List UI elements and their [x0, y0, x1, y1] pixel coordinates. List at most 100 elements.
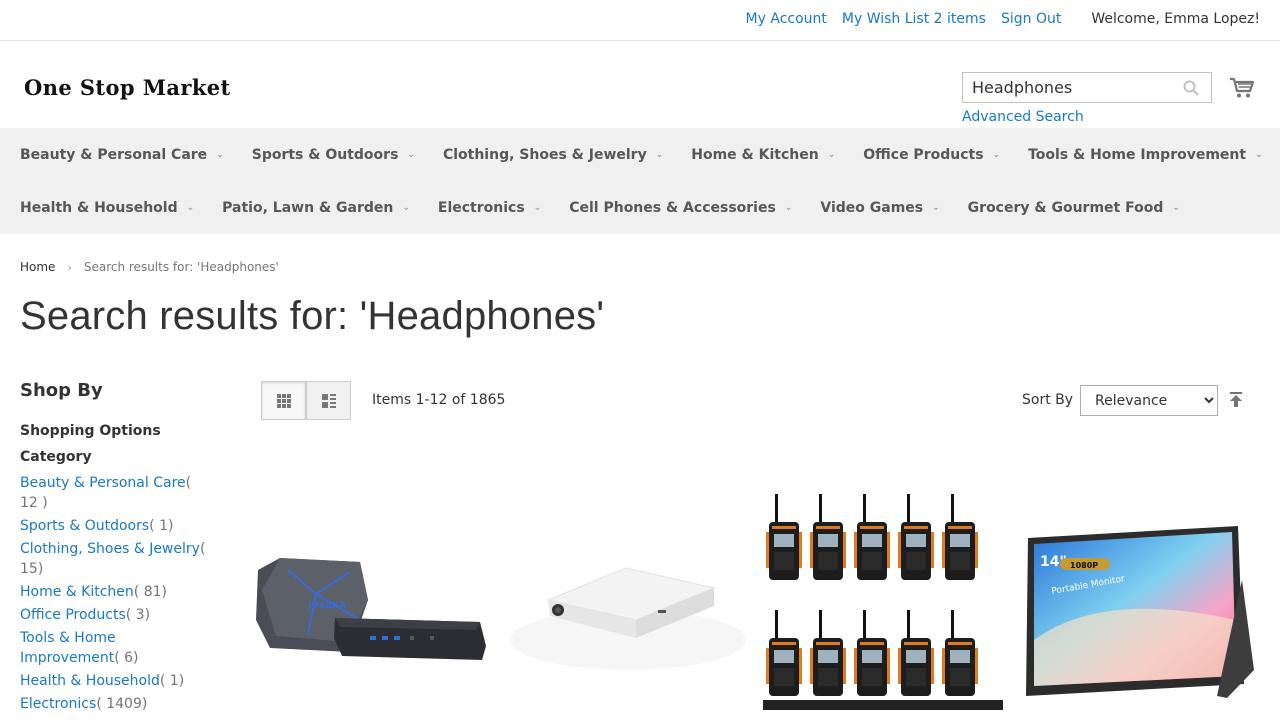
chevron-down-icon: ⌄ — [932, 202, 940, 213]
nav-label: Grocery & Gourmet Food — [967, 199, 1164, 216]
mini-pc-image: JUSAKA — [256, 558, 486, 660]
nav-item-video-games[interactable]: Video Games ⌄ — [820, 200, 939, 216]
view-mode-switcher — [261, 381, 351, 420]
projector-image — [510, 567, 746, 670]
header: One Stop Market Advanced Search — [0, 41, 1280, 128]
category-item: Tools & Home Improvement( 6) — [20, 628, 210, 668]
chevron-down-icon: ⌄ — [992, 149, 1001, 160]
page-title: Search results for: 'Headphones' — [20, 294, 605, 338]
search-icon[interactable] — [1183, 80, 1199, 96]
breadcrumb: Home › Search results for: 'Headphones' — [20, 260, 279, 274]
category-link[interactable]: Home & Kitchen — [20, 584, 134, 600]
wishlist-link[interactable]: My Wish List 2 items — [842, 11, 986, 27]
category-link[interactable]: Tools & Home Improvement — [20, 630, 116, 666]
list-view-button[interactable] — [306, 381, 351, 420]
nav-item-home-kitchen[interactable]: Home & Kitchen ⌄ — [691, 147, 835, 163]
chevron-down-icon: ⌄ — [216, 149, 224, 160]
category-link[interactable]: Clothing, Shoes & Jewelry — [20, 541, 200, 557]
nav-item-health[interactable]: Health & Household ⌄ — [20, 200, 194, 216]
svg-text:JUSAKA: JUSAKA — [307, 601, 346, 611]
category-item: Beauty & Personal Care( 12 ) — [20, 473, 210, 513]
shop-by-heading: Shop By — [20, 380, 103, 401]
walkie-talkie-set-image — [763, 494, 1003, 710]
cart-icon[interactable] — [1230, 77, 1254, 99]
nav-label: Clothing, Shoes & Jewelry — [442, 146, 647, 163]
sort-by-select[interactable]: Relevance — [1080, 385, 1218, 416]
monitor-resolution-label: 1080P — [1070, 561, 1098, 570]
nav-label: Tools & Home Improvement — [1028, 146, 1247, 163]
category-link[interactable]: Office Products — [20, 607, 126, 623]
category-item: Electronics( 1409) — [20, 694, 210, 714]
category-item: Health & Household( 1) — [20, 671, 210, 691]
top-bar: My Account My Wish List 2 items Sign Out… — [0, 0, 1280, 41]
category-item: Sports & Outdoors( 1) — [20, 516, 210, 536]
category-item: Home & Kitchen( 81) — [20, 582, 210, 602]
shopping-options-heading: Shopping Options — [20, 423, 161, 439]
portable-monitor-image: 14" 1080P Portable Monitor — [1026, 526, 1254, 698]
category-count: ( 3) — [125, 607, 151, 623]
nav-label: Cell Phones & Accessories — [569, 199, 776, 216]
nav-label: Beauty & Personal Care — [20, 146, 208, 163]
nav-item-electronics[interactable]: Electronics ⌄ — [438, 200, 541, 216]
breadcrumb-current: Search results for: 'Headphones' — [83, 260, 279, 274]
nav-item-clothing[interactable]: Clothing, Shoes & Jewelry ⌄ — [443, 147, 663, 163]
category-nav: Beauty & Personal Care ⌄ Sports & Outdoor… — [0, 128, 1280, 234]
product-image-portable-monitor[interactable]: 14" 1080P Portable Monitor — [1022, 470, 1262, 720]
nav-item-sports[interactable]: Sports & Outdoors ⌄ — [252, 147, 415, 163]
chevron-right-icon: › — [67, 260, 72, 274]
category-link[interactable]: Beauty & Personal Care — [20, 475, 186, 491]
nav-row-2: Health & Household ⌄ Patio, Lawn & Garden… — [20, 181, 1280, 234]
sign-out-link[interactable]: Sign Out — [1001, 11, 1061, 27]
chevron-down-icon: ⌄ — [186, 202, 195, 213]
category-link[interactable]: Electronics — [20, 696, 96, 712]
category-item: Clothing, Shoes & Jewelry( 15) — [20, 539, 210, 579]
search-input[interactable] — [963, 73, 1173, 102]
chevron-down-icon: ⌄ — [533, 202, 542, 213]
category-count: ( 1) — [149, 518, 174, 534]
sort-by-label: Sort By — [1022, 392, 1074, 408]
product-image-walkie-talkies[interactable] — [763, 470, 1003, 720]
category-list: Beauty & Personal Care( 12 ) Sports & Ou… — [20, 473, 210, 714]
search-box — [962, 72, 1212, 103]
grid-icon — [276, 393, 291, 408]
advanced-search-link[interactable]: Advanced Search — [962, 109, 1084, 125]
list-icon — [321, 393, 336, 408]
nav-item-patio[interactable]: Patio, Lawn & Garden ⌄ — [222, 200, 410, 216]
breadcrumb-home[interactable]: Home — [20, 260, 55, 274]
category-link[interactable]: Health & Household — [20, 673, 160, 689]
nav-row-1: Beauty & Personal Care ⌄ Sports & Outdoor… — [20, 128, 1280, 181]
product-image-projector[interactable] — [508, 470, 748, 720]
category-item: Office Products( 3) — [20, 605, 210, 625]
sort-ascending-icon[interactable] — [1229, 392, 1243, 408]
category-count: ( 81) — [133, 584, 167, 600]
welcome-message: Welcome, Emma Lopez! — [1091, 11, 1260, 27]
top-links: My Account My Wish List 2 items Sign Out… — [731, 11, 1260, 27]
nav-label: Sports & Outdoors — [251, 146, 399, 163]
nav-label: Video Games — [820, 199, 924, 216]
grid-view-button[interactable] — [261, 381, 306, 420]
nav-item-grocery[interactable]: Grocery & Gourmet Food ⌄ — [968, 200, 1180, 216]
category-count: ( 1) — [159, 673, 185, 689]
nav-item-office[interactable]: Office Products ⌄ — [863, 147, 1000, 163]
nav-label: Office Products — [863, 146, 984, 163]
nav-label: Patio, Lawn & Garden — [222, 199, 394, 216]
chevron-down-icon: ⌄ — [827, 149, 836, 160]
nav-item-beauty[interactable]: Beauty & Personal Care ⌄ — [20, 147, 224, 163]
my-account-link[interactable]: My Account — [746, 11, 827, 27]
chevron-down-icon: ⌄ — [1255, 149, 1263, 160]
nav-label: Electronics — [437, 199, 525, 216]
chevron-down-icon: ⌄ — [784, 202, 793, 213]
chevron-down-icon: ⌄ — [655, 149, 664, 160]
chevron-down-icon: ⌄ — [1172, 202, 1180, 213]
nav-label: Home & Kitchen — [691, 146, 819, 163]
sidebar-filters: Shop By Shopping Options Category Beauty… — [20, 380, 210, 717]
category-link[interactable]: Sports & Outdoors — [20, 518, 149, 534]
store-logo[interactable]: One Stop Market — [24, 75, 231, 100]
nav-item-tools[interactable]: Tools & Home Improvement ⌄ — [1028, 147, 1263, 163]
category-filter-title[interactable]: Category — [20, 449, 210, 465]
product-image-mini-pc[interactable]: JUSAKA — [250, 470, 490, 720]
category-count: ( 1409) — [96, 696, 148, 712]
chevron-down-icon: ⌄ — [402, 202, 410, 213]
items-count: Items 1-12 of 1865 — [372, 392, 506, 408]
nav-item-cell-phones[interactable]: Cell Phones & Accessories ⌄ — [569, 200, 792, 216]
